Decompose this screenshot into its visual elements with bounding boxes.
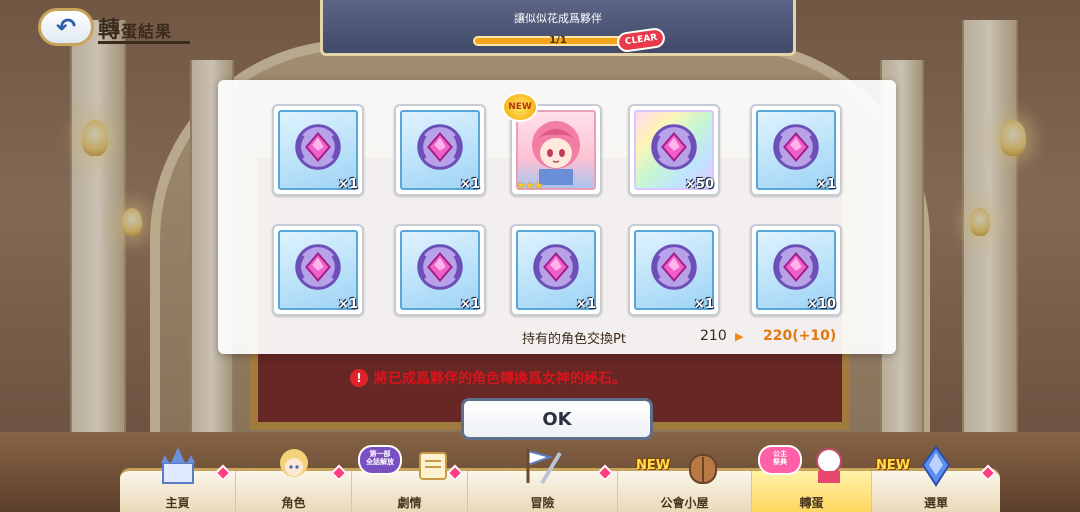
result-item[interactable]: ×1 bbox=[394, 104, 486, 196]
item-quantity: ×1 bbox=[576, 297, 596, 312]
crystal-icon bbox=[921, 445, 951, 487]
goddess-stone-icon bbox=[651, 124, 697, 170]
item-quantity: ×1 bbox=[816, 177, 836, 192]
warning-icon: ! bbox=[350, 369, 368, 387]
nav-item-character[interactable]: 角色 bbox=[236, 449, 352, 512]
nav-item-menu[interactable]: NEW 選單 bbox=[872, 445, 1000, 512]
mission-banner: 讓似似花成爲夥伴 1/1 CLEAR bbox=[320, 0, 796, 56]
guild-door-icon bbox=[689, 454, 718, 484]
back-button[interactable]: ↶ bbox=[38, 8, 94, 46]
new-label: NEW bbox=[876, 458, 911, 473]
result-item[interactable]: ×1 bbox=[272, 104, 364, 196]
item-quantity: ×1 bbox=[338, 177, 358, 192]
arrow-right-icon: ▶ bbox=[735, 330, 744, 343]
result-item[interactable]: ×1 bbox=[628, 224, 720, 316]
back-arrow-icon: ↶ bbox=[55, 13, 77, 41]
item-quantity: ×1 bbox=[338, 297, 358, 312]
page-title: 轉蛋結果 bbox=[98, 12, 191, 44]
result-item[interactable]: ×1 bbox=[750, 104, 842, 196]
nav-item-story[interactable]: 第一部 全話解放 劇情 bbox=[352, 445, 468, 512]
result-item-character[interactable]: NEW ★★★ bbox=[502, 92, 602, 196]
result-item[interactable]: ×10 bbox=[750, 224, 842, 316]
exchange-points-new: 220(+10) bbox=[763, 328, 837, 344]
goddess-stone-icon bbox=[773, 244, 819, 290]
story-badge: 第一部 全話解放 bbox=[358, 445, 402, 475]
gacha-machine-icon bbox=[816, 448, 843, 483]
result-item[interactable]: ×1 bbox=[272, 224, 364, 316]
item-quantity: ×50 bbox=[685, 177, 714, 192]
result-item[interactable]: ×1 bbox=[394, 224, 486, 316]
goddess-stone-icon bbox=[533, 244, 579, 290]
goddess-stone-icon bbox=[417, 244, 463, 290]
character-icon bbox=[279, 449, 308, 477]
exchange-points-label: 持有的角色交換Pt bbox=[522, 332, 626, 347]
nav-item-adventure[interactable]: 冒險 bbox=[468, 449, 618, 512]
item-quantity: ×1 bbox=[694, 297, 714, 312]
notice-text: 將已成爲夥伴的角色轉換爲女神的秘石。 bbox=[374, 371, 626, 387]
goddess-stone-icon bbox=[295, 124, 341, 170]
character-portrait-icon bbox=[532, 121, 580, 185]
exchange-points-old: 210 bbox=[700, 328, 727, 344]
nav-item-guild-house[interactable]: NEW 公會小屋 bbox=[618, 454, 752, 512]
nav-item-gacha[interactable]: 公主 祭典 轉蛋 bbox=[752, 445, 872, 512]
item-quantity: ×1 bbox=[460, 177, 480, 192]
result-item[interactable]: ×50 bbox=[628, 104, 720, 196]
festival-badge: 公主 祭典 bbox=[758, 445, 802, 475]
goddess-stone-icon bbox=[417, 124, 463, 170]
notification-diamond-icon bbox=[330, 464, 348, 482]
notification-diamond-icon bbox=[596, 464, 614, 482]
item-quantity: ×1 bbox=[460, 297, 480, 312]
rarity-stars: ★★★ bbox=[516, 179, 544, 192]
nav-item-home[interactable]: 主頁 bbox=[120, 447, 236, 512]
mission-clear-stamp: CLEAR bbox=[615, 26, 667, 54]
castle-icon bbox=[160, 447, 195, 484]
new-badge: NEW bbox=[502, 92, 538, 122]
goddess-stone-icon bbox=[295, 244, 341, 290]
goddess-stone-icon bbox=[773, 124, 819, 170]
result-item[interactable]: ×1 bbox=[510, 224, 602, 316]
conversion-notice: ! 將已成爲夥伴的角色轉換爲女神的秘石。 bbox=[350, 368, 626, 388]
new-label: NEW bbox=[636, 458, 671, 473]
mission-progress-count: 1/1 bbox=[549, 35, 567, 46]
ok-button[interactable]: OK bbox=[461, 398, 653, 440]
mission-text: 讓似似花成爲夥伴 bbox=[514, 12, 602, 25]
notification-diamond-icon bbox=[214, 464, 232, 482]
goddess-stone-icon bbox=[651, 244, 697, 290]
item-quantity: ×10 bbox=[807, 297, 836, 312]
bottom-nav: 主頁 角色 第一部 全話解放 劇情 冒險 NEW 公會小屋 公主 祭典 轉蛋 N… bbox=[120, 445, 1000, 512]
sword-flag-icon bbox=[526, 449, 562, 485]
scroll-icon bbox=[418, 452, 447, 480]
